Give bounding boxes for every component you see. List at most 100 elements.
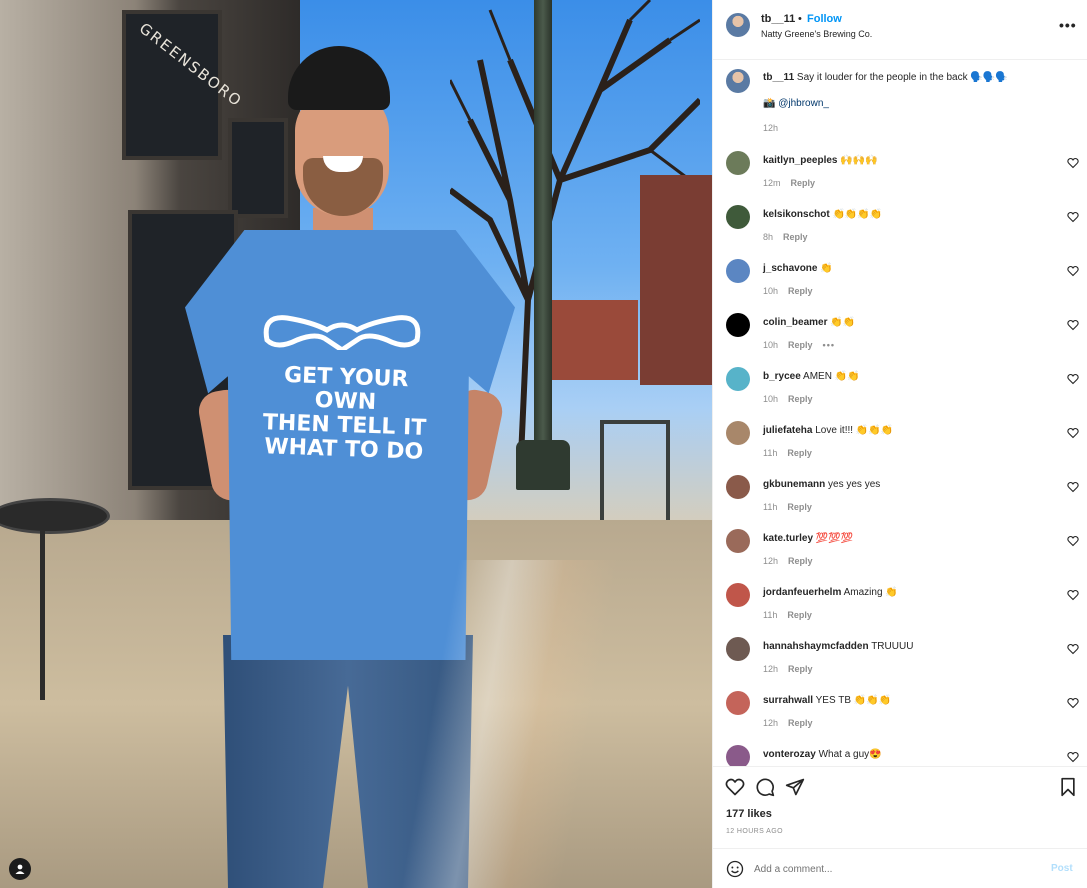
avatar[interactable] (726, 421, 750, 445)
avatar[interactable] (726, 259, 750, 283)
reply-button[interactable]: Reply (787, 502, 812, 512)
avatar[interactable] (726, 205, 750, 229)
comment-meta: 8h Reply (763, 232, 818, 242)
comment-like-heart-icon[interactable] (1067, 211, 1079, 223)
mention-link[interactable]: @jhbrown_ (778, 98, 829, 109)
camera-emoji: 📸 (763, 98, 776, 109)
comment-time[interactable]: 12m (763, 178, 781, 188)
comment-time[interactable]: 12h (763, 718, 778, 728)
post-comment-button[interactable]: Post (1051, 863, 1073, 874)
comment-body: 👏 (820, 263, 833, 274)
comment-username[interactable]: vonterozay (763, 749, 816, 760)
bookmark-icon[interactable] (1058, 777, 1078, 797)
reply-button[interactable]: Reply (788, 340, 813, 350)
avatar[interactable] (726, 475, 750, 499)
reply-button[interactable]: Reply (787, 448, 812, 458)
comment-row: kaitlyn_peeples 🙌🙌🙌 12m Reply (713, 151, 1087, 205)
avatar[interactable] (726, 691, 750, 715)
avatar[interactable] (726, 69, 750, 93)
comment-like-heart-icon[interactable] (1067, 697, 1079, 709)
comment-time[interactable]: 11h (763, 610, 777, 620)
emoji-icon[interactable] (726, 860, 744, 878)
avatar[interactable] (726, 745, 750, 766)
comment-input[interactable] (754, 860, 1034, 878)
post-location[interactable]: Natty Greene's Brewing Co. (761, 29, 872, 39)
comment-meta: 12h Reply (763, 556, 823, 566)
post-time: 12 HOURS AGO (726, 828, 783, 835)
comment-body: Amazing 👏 (843, 587, 898, 598)
comment-like-heart-icon[interactable] (1067, 373, 1079, 385)
comment-username[interactable]: b_rycee (763, 371, 801, 382)
comment-time[interactable]: 8h (763, 232, 773, 242)
likes-count[interactable]: 177 likes (726, 808, 772, 820)
avatar[interactable] (726, 13, 750, 37)
comment-icon[interactable] (755, 777, 775, 797)
caption-time[interactable]: 12h (763, 123, 778, 133)
patio-chair (600, 420, 670, 520)
comment-username[interactable]: jordanfeuerhelm (763, 587, 841, 598)
reply-button[interactable]: Reply (788, 394, 813, 404)
comment-more-icon[interactable]: ••• (823, 340, 835, 350)
comment-username[interactable]: juliefateha (763, 425, 812, 436)
comment-time[interactable]: 10h (763, 394, 778, 404)
follow-button[interactable]: Follow (807, 13, 842, 25)
heart-icon[interactable] (725, 777, 745, 797)
reply-button[interactable]: Reply (788, 664, 813, 674)
comment-username[interactable]: hannahshaymcfadden (763, 641, 869, 652)
comment-username[interactable]: kaitlyn_peeples (763, 155, 837, 166)
avatar[interactable] (726, 151, 750, 175)
reply-button[interactable]: Reply (788, 718, 813, 728)
user-tag-icon[interactable] (9, 858, 31, 880)
reply-button[interactable]: Reply (783, 232, 808, 242)
post-photo[interactable]: GREENSBORO GET YOUR OWN THEN TELL IT WHA… (0, 0, 712, 888)
comment-username[interactable]: surrahwall (763, 695, 813, 706)
comment-time[interactable]: 11h (763, 502, 777, 512)
comment-time[interactable]: 12h (763, 556, 778, 566)
comment-like-heart-icon[interactable] (1067, 265, 1079, 277)
comment-body: 👏👏👏👏 (832, 209, 883, 220)
comment-like-heart-icon[interactable] (1067, 535, 1079, 547)
post-username[interactable]: tb__11 (761, 13, 795, 25)
comment-username[interactable]: kelsikonschot (763, 209, 830, 220)
more-horizontal-icon[interactable]: ••• (1059, 17, 1077, 33)
comment-like-heart-icon[interactable] (1067, 643, 1079, 655)
comment-username[interactable]: gkbunemann (763, 479, 825, 490)
avatar[interactable] (726, 637, 750, 661)
comment-time[interactable]: 11h (763, 448, 777, 458)
comment-like-heart-icon[interactable] (1067, 427, 1079, 439)
comment-time[interactable]: 12h (763, 664, 778, 674)
comment-like-heart-icon[interactable] (1067, 319, 1079, 331)
shirt-uterus-graphic (263, 315, 421, 350)
avatar[interactable] (726, 313, 750, 337)
comment-like-heart-icon[interactable] (1067, 751, 1079, 763)
comment-row: hannahshaymcfadden TRUUUU 12h Reply (713, 637, 1087, 691)
comment-like-heart-icon[interactable] (1067, 589, 1079, 601)
comment-username[interactable]: j_schavone (763, 263, 817, 274)
comment-text: jordanfeuerhelm Amazing 👏 (763, 587, 1063, 598)
caption-username[interactable]: tb__11 (763, 72, 794, 83)
comment-like-heart-icon[interactable] (1067, 481, 1079, 493)
reply-button[interactable]: Reply (787, 610, 812, 620)
reply-button[interactable]: Reply (788, 556, 813, 566)
avatar[interactable] (726, 367, 750, 391)
comments-list[interactable]: tb__11 Say it louder for the people in t… (713, 61, 1087, 766)
avatar[interactable] (726, 529, 750, 553)
reply-button[interactable]: Reply (791, 178, 816, 188)
comment-username[interactable]: kate.turley (763, 533, 813, 544)
comment-text: kate.turley 💯💯💯 (763, 533, 1063, 544)
comment-username[interactable]: colin_beamer (763, 317, 827, 328)
comment-meta: 12h Reply (763, 718, 823, 728)
send-icon[interactable] (785, 777, 805, 797)
avatar[interactable] (726, 583, 750, 607)
reply-button[interactable]: Reply (788, 286, 813, 296)
comment-meta: 10h Reply (763, 286, 823, 296)
comment-time[interactable]: 10h (763, 286, 778, 296)
comment-body: 🙌🙌🙌 (840, 155, 878, 166)
comment-text: gkbunemann yes yes yes (763, 479, 1063, 490)
comment-body: 👏👏 (830, 317, 856, 328)
comment-like-heart-icon[interactable] (1067, 157, 1079, 169)
comment-time[interactable]: 10h (763, 340, 778, 350)
comment-text: vonterozay What a guy😍 (763, 749, 1063, 760)
comment-body: TRUUUU (871, 641, 914, 652)
caption: tb__11 Say it louder for the people in t… (713, 69, 1087, 139)
